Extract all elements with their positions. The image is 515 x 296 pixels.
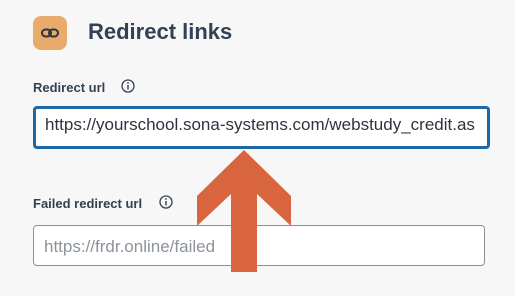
arrow-up-icon	[197, 150, 291, 272]
failed-redirect-url-label: Failed redirect url	[33, 196, 143, 211]
redirect-url-input[interactable]: https://yourschool.sona-systems.com/webs…	[33, 106, 490, 149]
info-icon[interactable]	[159, 195, 173, 209]
link-icon	[33, 16, 67, 50]
section-title: Redirect links	[88, 19, 233, 44]
info-icon[interactable]	[121, 79, 135, 93]
redirect-links-panel: Redirect links Redirect url https://your…	[0, 0, 515, 296]
redirect-url-label: Redirect url	[33, 80, 106, 95]
